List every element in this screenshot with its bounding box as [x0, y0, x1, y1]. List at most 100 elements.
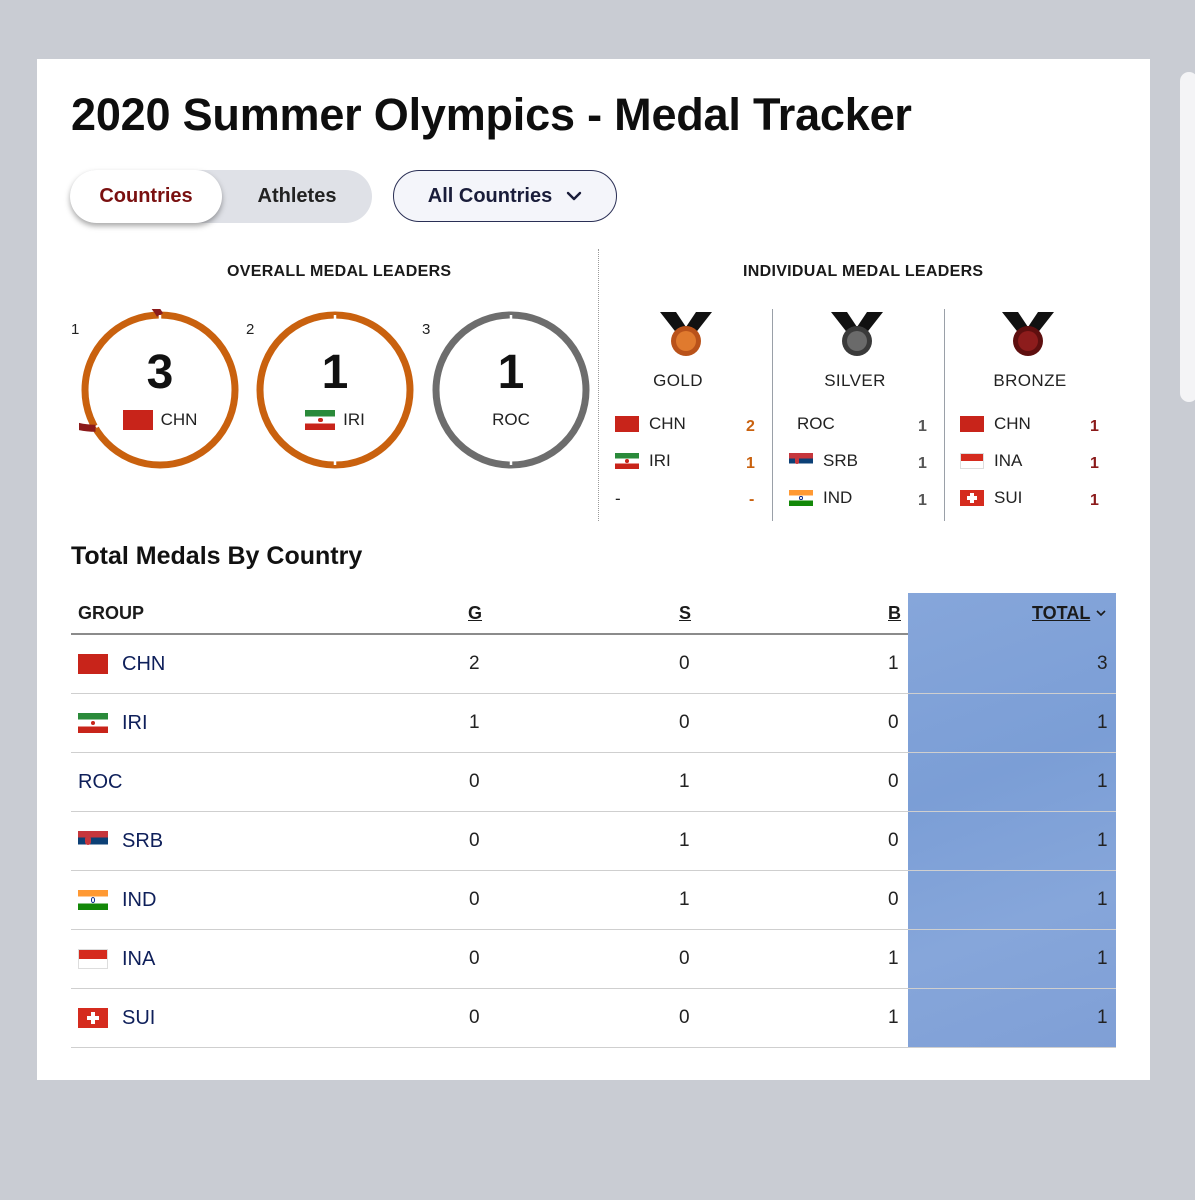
table-row[interactable]: IRI 1 0 0 1	[71, 694, 1116, 753]
serbia-flag-icon	[78, 831, 108, 851]
medal-tracker-card: 2020 Summer Olympics - Medal Tracker Cou…	[37, 59, 1150, 1080]
gold-cell: 0	[469, 1007, 480, 1028]
bronze-leader-row[interactable]: SUI	[960, 488, 1022, 508]
leader-medal-count: 1	[321, 346, 349, 399]
bronze-cell: 0	[888, 771, 899, 792]
silver-count: 1	[918, 455, 927, 472]
leader-country: CHN	[160, 410, 198, 429]
gold-leader-row[interactable]: IRI	[615, 451, 671, 471]
gold-cell: 1	[469, 712, 480, 733]
country-code-link[interactable]: SRB	[122, 830, 163, 853]
gold-cell: 0	[469, 889, 480, 910]
leader-country: CHN	[649, 414, 686, 433]
serbia-flag-icon	[789, 453, 813, 469]
china-flag-icon	[615, 416, 639, 432]
bronze-column-header[interactable]: B	[888, 603, 901, 624]
total-cell: 1	[1097, 1007, 1108, 1028]
country-code-link[interactable]: CHN	[122, 653, 165, 676]
overall-leader-3[interactable]: 3 1 ROC	[422, 309, 592, 471]
switzerland-flag-icon	[78, 1008, 108, 1028]
scrollbar-stub[interactable]	[1180, 72, 1195, 402]
silver-cell: 1	[679, 889, 690, 910]
table-row[interactable]: SRB 0 1 0 1	[71, 812, 1116, 871]
india-flag-icon	[78, 890, 108, 910]
bronze-leader-row[interactable]: CHN	[960, 414, 1031, 434]
gold-count: 2	[746, 418, 755, 435]
country-cell[interactable]: ROC	[78, 753, 122, 811]
country-cell[interactable]: INA	[78, 930, 155, 988]
silver-cell: 0	[679, 653, 690, 674]
table-row[interactable]: CHN 2 0 1 3	[71, 635, 1116, 694]
sort-desc-icon	[1096, 610, 1106, 617]
column-divider	[944, 309, 945, 521]
total-cell: 1	[1097, 712, 1108, 733]
country-cell[interactable]: SUI	[78, 989, 155, 1047]
silver-cell: 1	[679, 771, 690, 792]
china-flag-icon	[960, 416, 984, 432]
leader-country: IND	[823, 488, 853, 507]
table-row[interactable]: INA 0 0 1 1	[71, 930, 1116, 989]
gold-count: 1	[746, 455, 755, 472]
silver-leader-row[interactable]: SRB	[789, 451, 858, 471]
silver-cell: 1	[679, 830, 690, 851]
country-cell[interactable]: IND	[78, 871, 156, 929]
overall-leader-2[interactable]: 2 1 IRI	[246, 309, 416, 471]
leader-country: INA	[994, 451, 1023, 470]
overall-leader-1[interactable]: 1 3 CHN	[71, 309, 241, 471]
bronze-cell: 0	[888, 889, 899, 910]
iran-flag-icon	[78, 713, 108, 733]
bronze-count: 1	[1090, 455, 1099, 472]
tab-countries[interactable]: Countries	[70, 170, 222, 223]
gold-medal-icon	[660, 312, 712, 356]
medal-type-label: BRONZE	[993, 371, 1067, 390]
tab-athletes[interactable]: Athletes	[222, 170, 372, 223]
silver-count: 1	[918, 418, 927, 435]
silver-column-header[interactable]: S	[679, 603, 691, 624]
indonesia-flag-icon	[78, 949, 108, 969]
country-filter-dropdown[interactable]: All Countries	[393, 170, 617, 222]
bronze-cell: 1	[888, 948, 899, 969]
leader-country: CHN	[994, 414, 1031, 433]
bronze-medal-icon	[1002, 312, 1054, 356]
country-cell[interactable]: SRB	[78, 812, 163, 870]
leader-country: SRB	[823, 451, 858, 470]
gold-leader-row[interactable]: CHN	[615, 414, 686, 434]
country-code-link[interactable]: SUI	[122, 1007, 155, 1030]
country-code-link[interactable]: IND	[122, 889, 156, 912]
silver-count: 1	[918, 492, 927, 509]
bronze-cell: 1	[888, 653, 899, 674]
silver-leader-row[interactable]: ROC	[797, 414, 835, 434]
leader-country: IRI	[343, 410, 365, 429]
total-header-label: TOTAL	[1032, 603, 1091, 623]
total-cell: 1	[1097, 948, 1108, 969]
country-cell[interactable]: CHN	[78, 635, 165, 693]
view-toggle: Countries Athletes	[70, 170, 372, 223]
silver-leader-row[interactable]: IND	[789, 488, 852, 508]
chevron-down-icon	[567, 191, 582, 201]
total-column-header[interactable]: TOTAL	[1032, 603, 1106, 624]
leader-country: ROC	[492, 410, 530, 429]
gold-cell: 0	[469, 948, 480, 969]
medal-type-label: GOLD	[653, 371, 703, 390]
table-row[interactable]: IND 0 1 0 1	[71, 871, 1116, 930]
medal-type-label: SILVER	[824, 371, 886, 390]
total-cell: 3	[1097, 653, 1108, 674]
bronze-cell: 0	[888, 712, 899, 733]
gold-count: -	[749, 491, 755, 508]
silver-medal-icon	[831, 312, 883, 356]
group-column-header: GROUP	[78, 603, 145, 623]
table-row[interactable]: SUI 0 0 1 1	[71, 989, 1116, 1048]
bronze-cell: 1	[888, 1007, 899, 1028]
overall-leaders-label: OVERALL MEDAL LEADERS	[227, 263, 452, 280]
table-title: Total Medals By Country	[71, 542, 363, 570]
gold-column-header[interactable]: G	[468, 603, 482, 624]
country-code-link[interactable]: IRI	[122, 712, 148, 735]
country-cell[interactable]: IRI	[78, 694, 148, 752]
country-code-link[interactable]: ROC	[78, 771, 122, 794]
country-code-link[interactable]: INA	[122, 948, 155, 971]
table-row[interactable]: ROC 0 1 0 1	[71, 753, 1116, 812]
switzerland-flag-icon	[960, 490, 984, 506]
gold-cell: 0	[469, 771, 480, 792]
bronze-leader-row[interactable]: INA	[960, 451, 1022, 471]
bronze-count: 1	[1090, 418, 1099, 435]
